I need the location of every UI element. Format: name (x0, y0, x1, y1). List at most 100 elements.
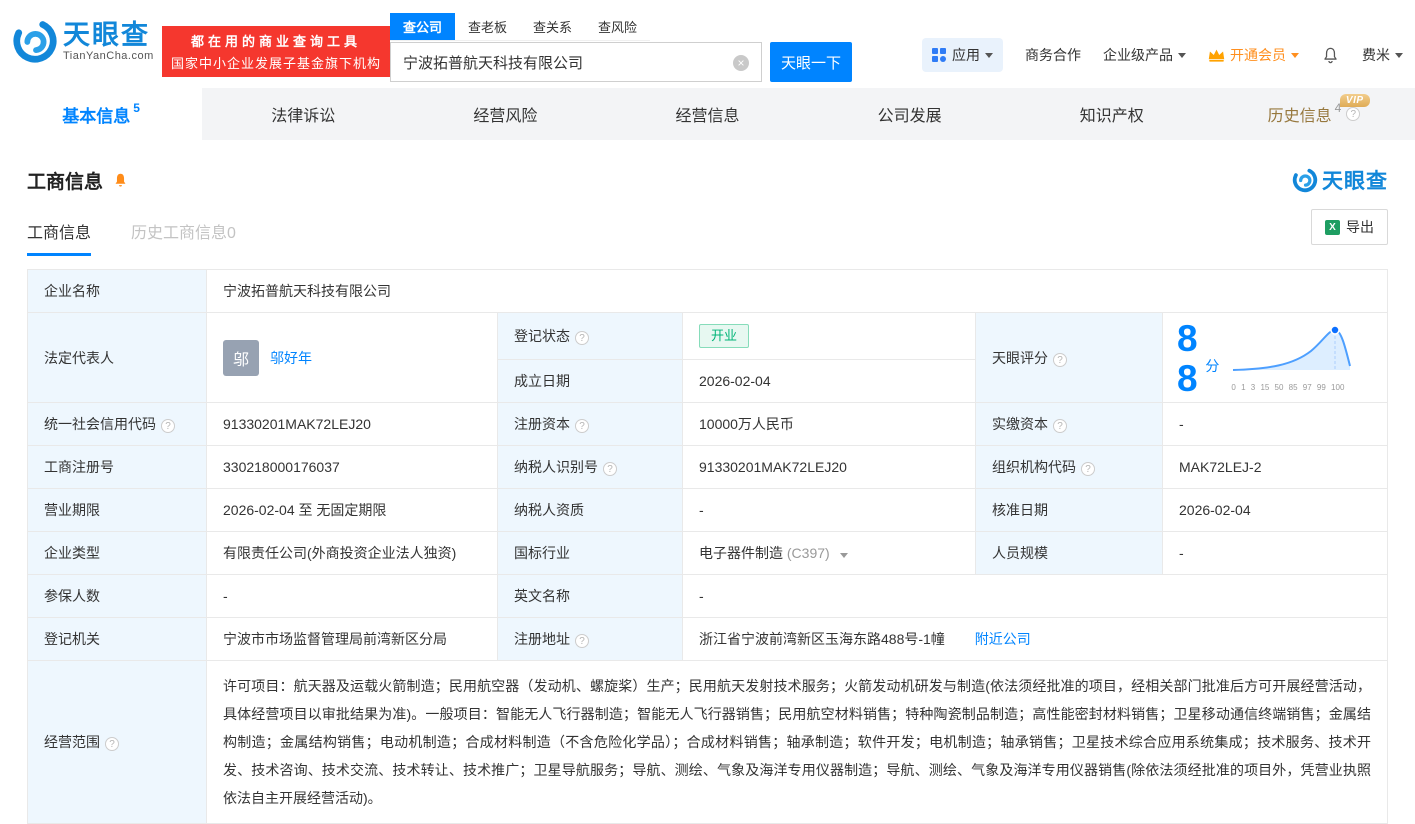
score-unit: 分 (1205, 356, 1219, 376)
chevron-down-icon (1291, 53, 1299, 58)
chevron-down-icon (985, 53, 993, 58)
search-tab-boss[interactable]: 查老板 (455, 13, 520, 40)
table-row: 企业名称 宁波拓普航天科技有限公司 (28, 270, 1388, 313)
search-tab-risk[interactable]: 查风险 (585, 13, 650, 40)
export-button[interactable]: 导出 (1311, 209, 1388, 245)
tab-company-development[interactable]: 公司发展 (809, 88, 1011, 140)
field-score-label: 天眼评分 (976, 313, 1163, 403)
help-icon (1081, 462, 1095, 476)
field-business-scope-value: 许可项目：航天器及运载火箭制造；民用航空器（发动机、螺旋桨）生产；民用航天发射技… (207, 661, 1388, 824)
field-score-value: 88 分 0 1 3 15 50 85 97 99 100 (1163, 313, 1388, 403)
chevron-down-icon (1395, 53, 1403, 58)
promo-banner: 都在用的商业查询工具 国家中小企业发展子基金旗下机构 (162, 26, 390, 77)
main-content: 工商信息 天眼查 工商信息 历史工商信息0 导出 (0, 165, 1415, 824)
search-input-wrap (390, 42, 762, 82)
apps-label: 应用 (952, 45, 980, 65)
apps-menu[interactable]: 应用 (922, 38, 1003, 72)
score-chart: 0 1 3 15 50 85 97 99 100 (1231, 324, 1379, 393)
header-menu: 应用 商务合作 企业级产品 开通会员 费米 (922, 38, 1403, 72)
field-approval-date-label: 核准日期 (976, 489, 1163, 532)
tianyancha-watermark: 天眼查 (1292, 165, 1388, 195)
field-reg-address-value: 浙江省宁波前湾新区玉海东路488号-1幢 附近公司 (683, 618, 1388, 661)
brand-domain: TianYanCha.com (63, 50, 154, 62)
tab-label: 历史信息 (1268, 102, 1332, 126)
enterprise-products-menu[interactable]: 企业级产品 (1103, 45, 1186, 65)
watermark-text: 天眼查 (1322, 165, 1388, 195)
field-reg-status-value: 开业 (683, 313, 976, 360)
bell-icon (1321, 46, 1340, 65)
tab-label: 知识产权 (1080, 102, 1144, 126)
field-org-code-value: MAK72LEJ-2 (1163, 446, 1388, 489)
score-number: 88 (1177, 319, 1202, 399)
field-insured-count-label: 参保人数 (28, 575, 207, 618)
nearby-companies-link[interactable]: 附近公司 (975, 631, 1031, 647)
field-reg-number-label: 工商注册号 (28, 446, 207, 489)
open-vip-menu[interactable]: 开通会员 (1208, 45, 1299, 65)
field-company-type-label: 企业类型 (28, 532, 207, 575)
notification-bell[interactable] (1321, 46, 1340, 65)
field-est-date-value: 2026-02-04 (683, 360, 976, 403)
field-reg-status-label: 登记状态 (498, 313, 683, 360)
open-vip-label: 开通会员 (1230, 45, 1286, 65)
help-icon (105, 737, 119, 751)
help-icon (1053, 419, 1067, 433)
search-input[interactable] (391, 43, 761, 81)
table-row: 参保人数 - 英文名称 - (28, 575, 1388, 618)
search-area: 查公司 查老板 查关系 查风险 天眼一下 (390, 13, 852, 82)
search-tab-relation[interactable]: 查关系 (520, 13, 585, 40)
tab-legal-proceedings[interactable]: 法律诉讼 (202, 88, 404, 140)
tab-label: 法律诉讼 (271, 102, 335, 126)
tab-intellectual-property[interactable]: 知识产权 (1011, 88, 1213, 140)
tab-history-info[interactable]: VIP 历史信息 4 (1213, 88, 1415, 140)
field-business-scope-label: 经营范围 (28, 661, 207, 824)
enterprise-products-label: 企业级产品 (1103, 45, 1173, 65)
field-industry-value: 电子器件制造 (C397) (683, 532, 976, 575)
help-icon (575, 331, 589, 345)
tab-operating-info[interactable]: 经营信息 (606, 88, 808, 140)
help-icon (161, 419, 175, 433)
promo-line1: 都在用的商业查询工具 (171, 31, 381, 50)
crown-icon (1208, 48, 1225, 62)
vip-badge: VIP (1340, 94, 1370, 107)
chevron-down-icon (1178, 53, 1186, 58)
subtab-history-business-info[interactable]: 历史工商信息0 (131, 219, 236, 256)
section-title: 工商信息 (27, 167, 103, 194)
tab-basic-info[interactable]: 基本信息 5 (0, 88, 202, 140)
field-taxpayer-quality-value: - (683, 489, 976, 532)
search-button[interactable]: 天眼一下 (770, 42, 852, 82)
promo-line2: 国家中小企业发展子基金旗下机构 (171, 53, 381, 72)
tab-count: 4 (1335, 101, 1342, 115)
avatar: 邬 (223, 340, 259, 376)
tab-label: 经营风险 (473, 102, 537, 126)
business-cooperation-link[interactable]: 商务合作 (1025, 45, 1081, 65)
user-menu[interactable]: 费米 (1362, 45, 1403, 65)
apps-grid-icon (932, 48, 946, 62)
field-paid-capital-label: 实缴资本 (976, 403, 1163, 446)
table-row: 统一社会信用代码 91330201MAK72LEJ20 注册资本 10000万人… (28, 403, 1388, 446)
chevron-down-icon[interactable] (840, 553, 848, 558)
legal-rep-link[interactable]: 邬好年 (270, 348, 312, 368)
search-tabs: 查公司 查老板 查关系 查风险 (390, 13, 650, 41)
table-row: 经营范围 许可项目：航天器及运载火箭制造；民用航空器（发动机、螺旋桨）生产；民用… (28, 661, 1388, 824)
header: 天眼查 TianYanCha.com 都在用的商业查询工具 国家中小企业发展子基… (0, 0, 1415, 88)
table-row: 法定代表人 邬 邬好年 登记状态 开业 天眼评分 88 分 (28, 313, 1388, 360)
subscribe-bell-icon[interactable] (112, 172, 129, 189)
brand-name: 天眼查 (63, 20, 154, 50)
clear-icon[interactable] (733, 55, 749, 71)
field-business-term-value: 2026-02-04 至 无固定期限 (207, 489, 498, 532)
field-insured-count-value: - (207, 575, 498, 618)
help-icon (603, 462, 617, 476)
search-tab-company[interactable]: 查公司 (390, 13, 455, 40)
tab-label: 公司发展 (878, 102, 942, 126)
tianyancha-logo-icon (1292, 167, 1318, 193)
brand-logo[interactable]: 天眼查 TianYanCha.com (12, 18, 154, 64)
subtab-business-info[interactable]: 工商信息 (27, 219, 91, 256)
field-english-name-value: - (683, 575, 1388, 618)
tab-operating-risk[interactable]: 经营风险 (404, 88, 606, 140)
field-paid-capital-value: - (1163, 403, 1388, 446)
field-staff-size-value: - (1163, 532, 1388, 575)
field-taxpayer-id-value: 91330201MAK72LEJ20 (683, 446, 976, 489)
help-icon (575, 419, 589, 433)
table-row: 营业期限 2026-02-04 至 无固定期限 纳税人资质 - 核准日期 202… (28, 489, 1388, 532)
excel-icon (1325, 220, 1340, 235)
